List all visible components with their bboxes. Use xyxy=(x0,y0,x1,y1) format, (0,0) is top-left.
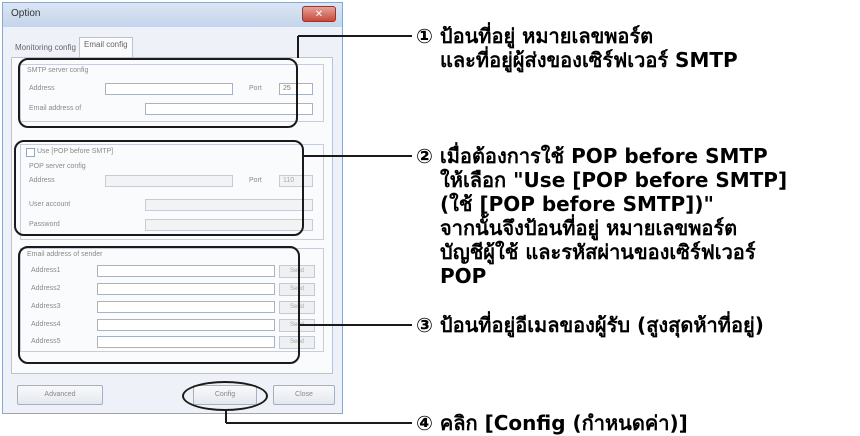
annotation-2: ② เมื่อต้องการใช้ POP before SMTP ให้เลื… xyxy=(416,144,787,288)
annotation-4: ④ คลิก [Config (กำหนดค่า)] xyxy=(416,411,688,435)
annotation-text: (ใช้ [POP before SMTP])" xyxy=(440,192,714,216)
annotation-text: บัญชีผู้ใช้ และรหัสผ่านของเซิร์ฟเวอร์ xyxy=(440,240,756,264)
annotation-text: POP xyxy=(440,264,487,288)
annotation-4-marker: ④ xyxy=(416,411,433,435)
annotation-text: จากนั้นจึงป้อนที่อยู่ หมายเลขพอร์ต xyxy=(440,216,738,240)
annotation-2-marker: ② xyxy=(416,144,433,168)
annotation-1: ① ป้อนที่อยู่ หมายเลขพอร์ต และที่อยู่ผู้… xyxy=(416,24,738,72)
annotation-text: เมื่อต้องการใช้ POP before SMTP xyxy=(439,144,768,168)
annotation-1-marker: ① xyxy=(416,24,433,48)
annotation-text: ให้เลือก "Use [POP before SMTP] xyxy=(440,168,788,192)
annotation-3-marker: ③ xyxy=(416,313,433,337)
annotation-text: คลิก [Config (กำหนดค่า)] xyxy=(439,411,688,435)
annotation-text: ป้อนที่อยู่อีเมลของผู้รับ (สูงสุดห้าที่อ… xyxy=(439,313,764,337)
annotation-text: และที่อยู่ผู้ส่งของเซิร์ฟเวอร์ SMTP xyxy=(440,48,738,72)
annotation-3: ③ ป้อนที่อยู่อีเมลของผู้รับ (สูงสุดห้าที… xyxy=(416,313,764,337)
annotation-text: ป้อนที่อยู่ หมายเลขพอร์ต xyxy=(439,24,654,48)
